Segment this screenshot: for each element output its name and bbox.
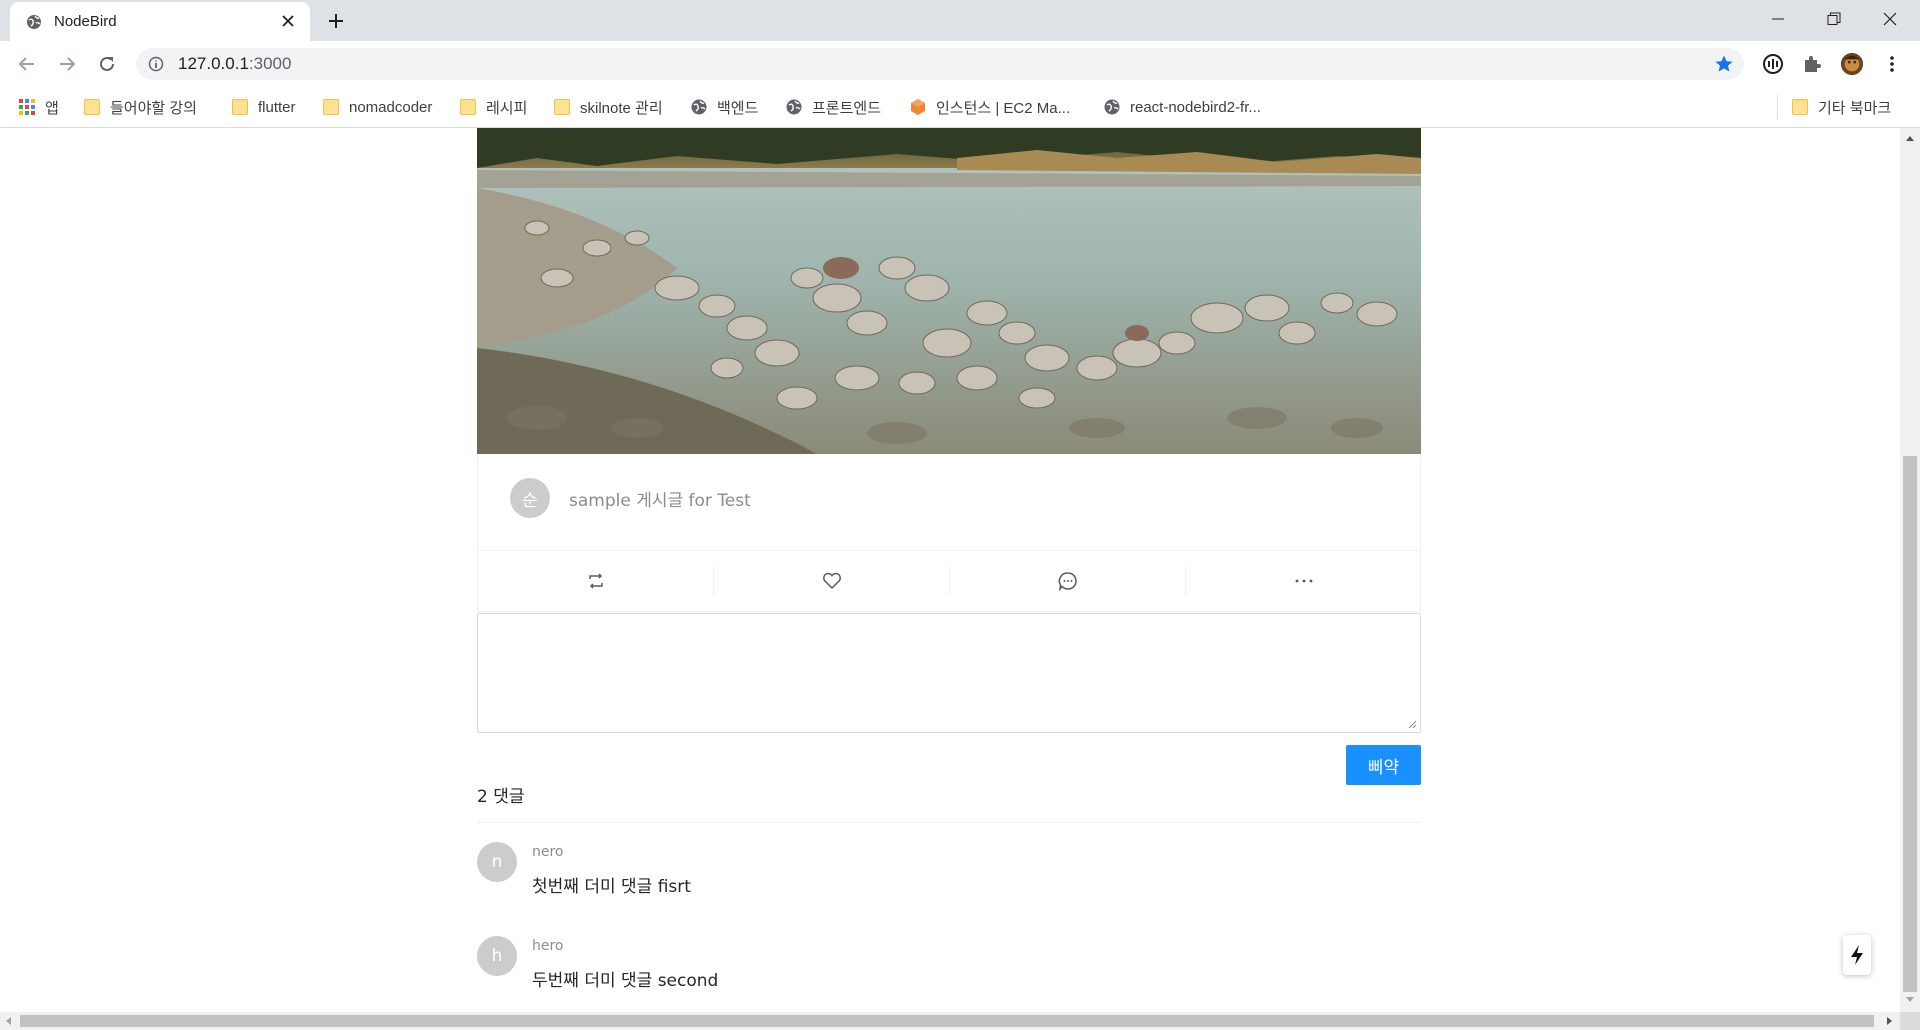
globe-icon <box>24 12 44 32</box>
aws-icon <box>911 99 925 115</box>
bookmark-label: flutter <box>258 98 296 116</box>
scroll-right-arrow-icon[interactable] <box>1887 1017 1892 1025</box>
browser-menu-icon[interactable] <box>1880 52 1904 76</box>
comment-content: 두번째 더미 댓글 second <box>532 971 719 991</box>
bookmark-label: 인스턴스 | EC2 Ma... <box>936 99 1071 117</box>
message-icon <box>1058 572 1077 591</box>
lightning-icon <box>1851 945 1863 965</box>
bookmark-apps[interactable]: 앱 <box>19 96 59 118</box>
info-icon[interactable] <box>148 56 164 72</box>
bookmark-folder-nomadcoder[interactable]: nomadcoder <box>323 96 432 118</box>
browser-tab[interactable]: NodeBird <box>10 2 310 41</box>
folder-icon <box>554 99 570 115</box>
browser-toolbar: 127.0.0.1:3000 <box>0 41 1920 87</box>
profile-avatar[interactable] <box>1840 52 1864 76</box>
minimize-icon[interactable] <box>1750 0 1806 38</box>
bookmark-folder-recipe[interactable]: 레시피 <box>460 96 527 118</box>
bookmark-label: nomadcoder <box>349 98 433 116</box>
like-button[interactable] <box>714 551 949 611</box>
folder-icon <box>232 99 248 115</box>
folder-icon <box>84 99 100 115</box>
globe-icon <box>1104 99 1120 115</box>
bookmark-folder-lectures[interactable]: 들어야할 강의 <box>84 96 197 118</box>
page-content: 순 sample 게시글 for Test 삐약 2 댓글 n nero 첫번째… <box>0 128 1900 1012</box>
heart-icon <box>822 572 841 590</box>
retweet-button[interactable] <box>478 551 713 611</box>
bookmark-label: 레시피 <box>486 99 528 117</box>
tab-strip: NodeBird <box>0 0 1920 41</box>
address-bar[interactable]: 127.0.0.1:3000 <box>136 48 1744 80</box>
horizontal-scroll-thumb[interactable] <box>20 1015 1874 1027</box>
post-content: sample 게시글 for Test <box>569 491 751 511</box>
close-tab-icon[interactable] <box>278 11 298 31</box>
url-text: 127.0.0.1:3000 <box>178 54 292 73</box>
ellipsis-icon <box>1295 579 1312 583</box>
scroll-left-arrow-icon[interactable] <box>6 1017 11 1025</box>
reload-icon[interactable] <box>93 50 121 78</box>
comment-count: 2 댓글 <box>477 787 525 807</box>
scroll-up-arrow-icon[interactable] <box>1906 136 1914 141</box>
new-tab-icon[interactable] <box>324 9 348 33</box>
bookmark-label: react-nodebird2-fr... <box>1130 98 1261 116</box>
forward-icon[interactable] <box>53 50 81 78</box>
scroll-down-arrow-icon[interactable] <box>1906 997 1914 1002</box>
apps-grid-icon <box>19 99 35 115</box>
comment-avatar[interactable]: n <box>477 842 517 882</box>
post-author-avatar[interactable]: 순 <box>510 478 550 518</box>
bookmark-label: 프론트엔드 <box>812 99 882 117</box>
globe-icon <box>786 99 802 115</box>
bookmark-folder-flutter[interactable]: flutter <box>232 96 296 118</box>
horizontal-scrollbar[interactable] <box>0 1012 1900 1030</box>
comment-author[interactable]: hero <box>532 938 564 954</box>
comment-content: 첫번째 더미 댓글 fisrt <box>532 877 691 897</box>
bookmark-backend[interactable]: 백엔드 <box>691 96 758 118</box>
tab-title: NodeBird <box>54 13 117 30</box>
bookmarks-bar: 앱 들어야할 강의 flutter nomadcoder 레시피 skilnot… <box>0 87 1920 128</box>
more-button[interactable] <box>1186 551 1421 611</box>
post-image[interactable] <box>477 128 1421 454</box>
bookmark-folder-skilnote[interactable]: skilnote 관리 <box>554 96 663 118</box>
close-window-icon[interactable] <box>1862 0 1918 38</box>
comment-toggle-button[interactable] <box>950 551 1185 611</box>
bookmark-label: skilnote 관리 <box>580 99 663 117</box>
folder-icon <box>1792 99 1808 115</box>
vertical-scrollbar[interactable] <box>1900 128 1920 1012</box>
resize-grip-icon[interactable] <box>1407 719 1417 729</box>
bookmark-star-icon[interactable] <box>1714 54 1734 74</box>
bookmark-frontend[interactable]: 프론트엔드 <box>786 96 881 118</box>
bookmark-label: 백엔드 <box>717 99 759 117</box>
back-icon[interactable] <box>13 50 41 78</box>
bookmark-label: 앱 <box>45 99 59 117</box>
bookmark-ec2[interactable]: 인스턴스 | EC2 Ma... <box>910 96 1070 118</box>
submit-comment-button[interactable]: 삐약 <box>1346 745 1421 785</box>
dev-indicator-button[interactable] <box>1843 935 1871 975</box>
globe-icon <box>691 99 707 115</box>
folder-icon <box>460 99 476 115</box>
bookmark-react-nodebird[interactable]: react-nodebird2-fr... <box>1104 96 1261 118</box>
bookmark-separator <box>1777 95 1778 119</box>
comment-author[interactable]: nero <box>532 844 564 860</box>
extension-audio-icon[interactable] <box>1761 52 1785 76</box>
bookmark-label: 기타 북마크 <box>1818 99 1892 117</box>
comment-avatar[interactable]: h <box>477 936 517 976</box>
bookmark-label: 들어야할 강의 <box>110 99 197 117</box>
folder-icon <box>323 99 339 115</box>
retweet-icon <box>588 573 603 589</box>
bookmark-other[interactable]: 기타 북마크 <box>1792 96 1891 118</box>
scrollbar-corner <box>1900 1012 1920 1030</box>
post-actions <box>477 550 1421 612</box>
comment-list-divider <box>477 822 1421 823</box>
extensions-puzzle-icon[interactable] <box>1800 52 1824 76</box>
post-card-meta: 순 sample 게시글 for Test <box>477 454 1421 550</box>
vertical-scroll-thumb[interactable] <box>1903 456 1917 992</box>
comment-textarea[interactable] <box>477 613 1421 733</box>
restore-icon[interactable] <box>1806 0 1862 38</box>
